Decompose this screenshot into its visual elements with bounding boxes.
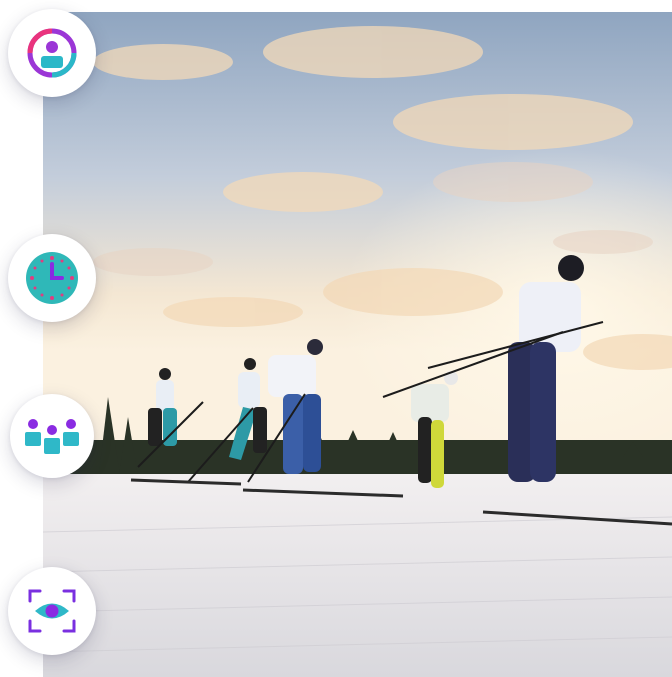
user-refresh-icon [27, 28, 77, 78]
clock-button[interactable] [8, 234, 96, 322]
hero-photo [43, 12, 672, 677]
team-group-button[interactable] [10, 394, 94, 478]
eye-scan-button[interactable] [8, 567, 96, 655]
clock-icon [26, 252, 78, 304]
user-refresh-button[interactable] [8, 9, 96, 97]
team-group-icon [25, 419, 79, 454]
eye-scan-icon [28, 589, 76, 633]
